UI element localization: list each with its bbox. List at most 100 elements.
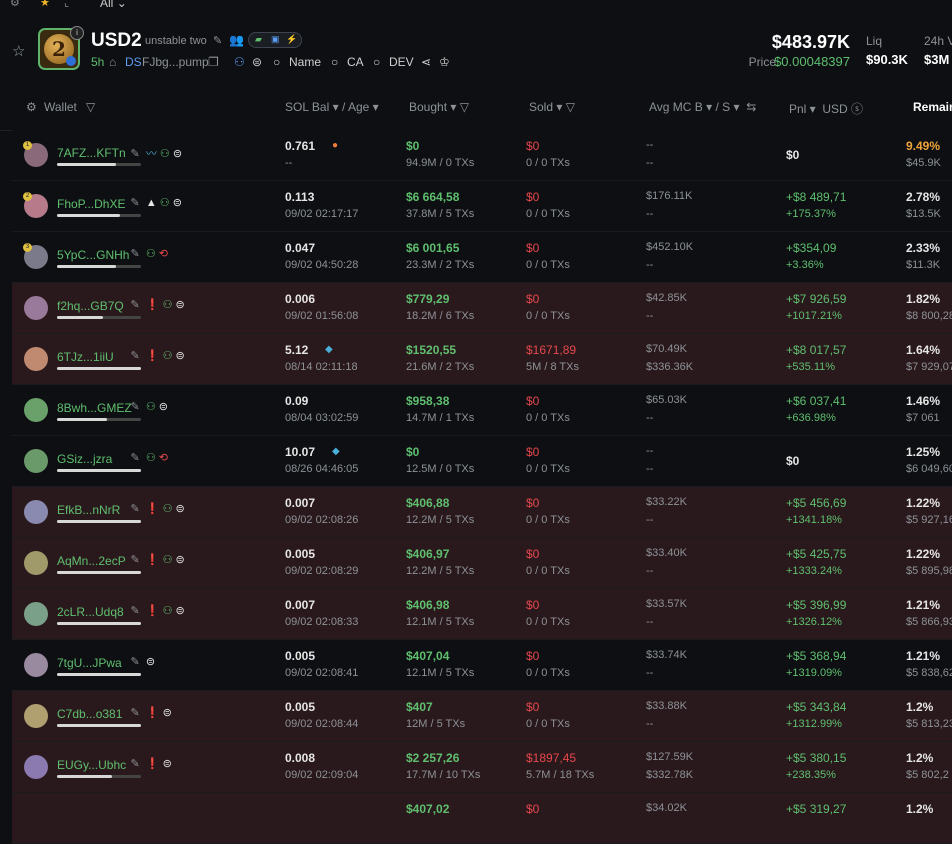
table-row[interactable]: 1 7AFZ...KFTn ✎ 〰 ⚇ ⊜ 0.761 ● -- $0 94.9M / 0 …: [12, 130, 952, 181]
menu-circle-icon[interactable]: ⊜: [252, 55, 262, 69]
wallet-address[interactable]: C7db...o381: [57, 707, 122, 721]
wallet-address[interactable]: 7AFZ...KFTn: [57, 146, 126, 160]
avatar[interactable]: [24, 602, 48, 626]
wallet-address[interactable]: EUGy...Ubhc: [57, 758, 126, 772]
table-row[interactable]: 2 FhoP...DhXE ✎ ▲ ⚇ ⊜ 0.113 09/02 02:17:17 $…: [12, 181, 952, 232]
edit-icon[interactable]: ✎: [131, 503, 140, 515]
search-name-icon[interactable]: ○: [273, 55, 280, 69]
col-sol-bal[interactable]: SOL Bal ▾ / Age ▾: [285, 100, 379, 114]
edit-icon[interactable]: ✎: [131, 148, 140, 160]
wallet-address[interactable]: 5YpC...GNHh: [57, 248, 129, 262]
copy-icon[interactable]: ❐: [208, 55, 219, 69]
edit-icon[interactable]: ✎: [131, 605, 140, 617]
avatar[interactable]: 2: [23, 192, 48, 218]
wallet-address[interactable]: FhoP...DhXE: [57, 197, 125, 211]
holders-icon[interactable]: 👥: [229, 33, 244, 47]
edit-icon[interactable]: ✎: [131, 707, 140, 719]
col-avg-mc[interactable]: Avg MC B ▾ / S ▾ ⇆: [649, 100, 756, 114]
wallet-tag-icon[interactable]: ⊜: [176, 605, 185, 617]
avatar[interactable]: [24, 398, 48, 422]
wallet-tag-icon[interactable]: ⚇: [163, 554, 173, 566]
dexscreener-link[interactable]: DS: [125, 55, 142, 69]
wallet-tag-icon[interactable]: ⊜: [176, 350, 185, 362]
table-row[interactable]: AqMn...2ecP ✎ ❗ ⚇ ⊜ 0.005 09/02 02:08:29 $4…: [12, 538, 952, 589]
wallet-tag-icon[interactable]: ⊜: [163, 758, 172, 770]
col-pnl[interactable]: Pnl ▾ USD ⓢ: [789, 100, 863, 117]
avatar[interactable]: [24, 347, 48, 371]
wallet-tag-icon[interactable]: ⊜: [159, 401, 168, 413]
table-row[interactable]: 7tgU...JPwa ✎ ⊜ 0.005 09/02 02:08:41 $407,0…: [12, 640, 952, 691]
wallet-address[interactable]: 8Bwh...GMEZ: [57, 401, 132, 415]
edit-icon[interactable]: ✎: [131, 248, 140, 260]
wallet-tag-icon[interactable]: ⚇: [163, 605, 173, 617]
wallet-tag-icon[interactable]: ⊜: [163, 707, 172, 719]
table-row[interactable]: 6TJz...1iiU ✎ ❗ ⚇ ⊜ 5.12 ◆ 08/14 02:11:18 $1…: [12, 334, 952, 385]
wallet-tag-icon[interactable]: ❗: [146, 503, 160, 515]
search-ca-label[interactable]: CA: [347, 55, 364, 69]
wallet-tag-icon[interactable]: ⊜: [146, 656, 155, 668]
wallet-tag-icon[interactable]: ▲: [146, 197, 157, 209]
avatar[interactable]: [24, 296, 48, 320]
crown-icon[interactable]: ♔: [439, 55, 450, 69]
twitter-icon[interactable]: ▣: [271, 34, 280, 45]
home-icon[interactable]: ⌂: [109, 55, 116, 69]
avatar[interactable]: [24, 653, 48, 677]
wallet-address[interactable]: GSiz...jzra: [57, 452, 112, 466]
wallet-tag-icon[interactable]: ⚇: [163, 299, 173, 311]
wallet-tag-icon[interactable]: ⚇: [146, 401, 156, 413]
wallet-tag-icon[interactable]: ⚇: [163, 503, 173, 515]
search-dev-label[interactable]: DEV: [389, 55, 414, 69]
avatar[interactable]: [24, 704, 48, 728]
watchlist-star-icon[interactable]: ☆: [12, 42, 25, 60]
wallet-tag-icon[interactable]: ⟲: [159, 452, 168, 464]
table-row[interactable]: EUGy...Ubhc ✎ ❗ ⊜ 0.008 09/02 02:09:04 $2 2…: [12, 742, 952, 793]
contract-address[interactable]: FJbg...pump: [142, 55, 209, 69]
wallet-tag-icon[interactable]: ❗: [146, 707, 160, 719]
edit-icon[interactable]: ✎: [213, 34, 222, 47]
website-icon[interactable]: ▰: [255, 34, 262, 45]
table-row[interactable]: $407,02 $0 $34.02K +$5 319,27 1.2%: [12, 793, 952, 844]
share-icon[interactable]: ⋖: [421, 55, 431, 69]
edit-icon[interactable]: ✎: [131, 350, 140, 362]
wallet-tag-icon[interactable]: ❗: [146, 350, 160, 362]
wallet-tag-icon[interactable]: ⚇: [160, 197, 170, 209]
table-row[interactable]: 2cLR...Udq8 ✎ ❗ ⚇ ⊜ 0.007 09/02 02:08:33 $4…: [12, 589, 952, 640]
wallet-tag-icon[interactable]: ⊜: [176, 503, 185, 515]
wallet-tag-icon[interactable]: 〰: [146, 148, 157, 160]
wallet-tag-icon[interactable]: ❗: [146, 605, 160, 617]
table-row[interactable]: 3 5YpC...GNHh ✎ ⚇ ⟲ 0.047 09/02 04:50:28 $6 …: [12, 232, 952, 283]
wallet-address[interactable]: f2hq...GB7Q: [57, 299, 124, 313]
table-row[interactable]: f2hq...GB7Q ✎ ❗ ⚇ ⊜ 0.006 09/02 01:56:08 $7…: [12, 283, 952, 334]
edit-icon[interactable]: ✎: [131, 299, 140, 311]
col-sold[interactable]: Sold ▾ ▽: [529, 100, 575, 114]
wallet-tag-icon[interactable]: ⚇: [146, 248, 156, 260]
wallet-address[interactable]: 7tgU...JPwa: [57, 656, 122, 670]
wallet-tag-icon[interactable]: ❗: [146, 554, 160, 566]
table-row[interactable]: GSiz...jzra ✎ ⚇ ⟲ 10.07 ◆ 08/26 04:46:05 $0 1…: [12, 436, 952, 487]
edit-icon[interactable]: ✎: [131, 452, 140, 464]
bolt-icon[interactable]: ⚡: [286, 34, 297, 45]
wallet-address[interactable]: AqMn...2ecP: [57, 554, 126, 568]
bundle-icon[interactable]: ⚇: [234, 55, 245, 69]
col-wallet[interactable]: Wallet: [44, 100, 77, 114]
search-dev-icon[interactable]: ○: [373, 55, 380, 69]
edit-icon[interactable]: ✎: [131, 197, 140, 209]
avatar[interactable]: [24, 551, 48, 575]
filter-icon[interactable]: ▽: [86, 100, 95, 114]
col-remaining[interactable]: Remain: [913, 100, 952, 114]
favorite-filter-icon[interactable]: ★: [40, 0, 50, 9]
table-row[interactable]: C7db...o381 ✎ ❗ ⊜ 0.005 09/02 02:08:44 $407…: [12, 691, 952, 742]
wallet-tag-icon[interactable]: ⊜: [173, 148, 182, 160]
wallet-tag-icon[interactable]: ❗: [146, 299, 160, 311]
table-row[interactable]: 8Bwh...GMEZ ✎ ⚇ ⊜ 0.09 08/04 03:02:59 $958,…: [12, 385, 952, 436]
col-bought[interactable]: Bought ▾ ▽: [409, 100, 469, 114]
wallet-tag-icon[interactable]: ⚇: [160, 148, 170, 160]
settings-icon[interactable]: ⚙: [10, 0, 20, 9]
avatar[interactable]: 3: [23, 243, 48, 269]
edit-icon[interactable]: ✎: [131, 554, 140, 566]
search-name-label[interactable]: Name: [289, 55, 321, 69]
wallet-tag-icon[interactable]: ⟲: [159, 248, 168, 260]
avatar[interactable]: 1: [23, 141, 48, 167]
filter-dropdown[interactable]: All ⌄: [100, 0, 127, 10]
info-icon[interactable]: i: [70, 26, 84, 40]
